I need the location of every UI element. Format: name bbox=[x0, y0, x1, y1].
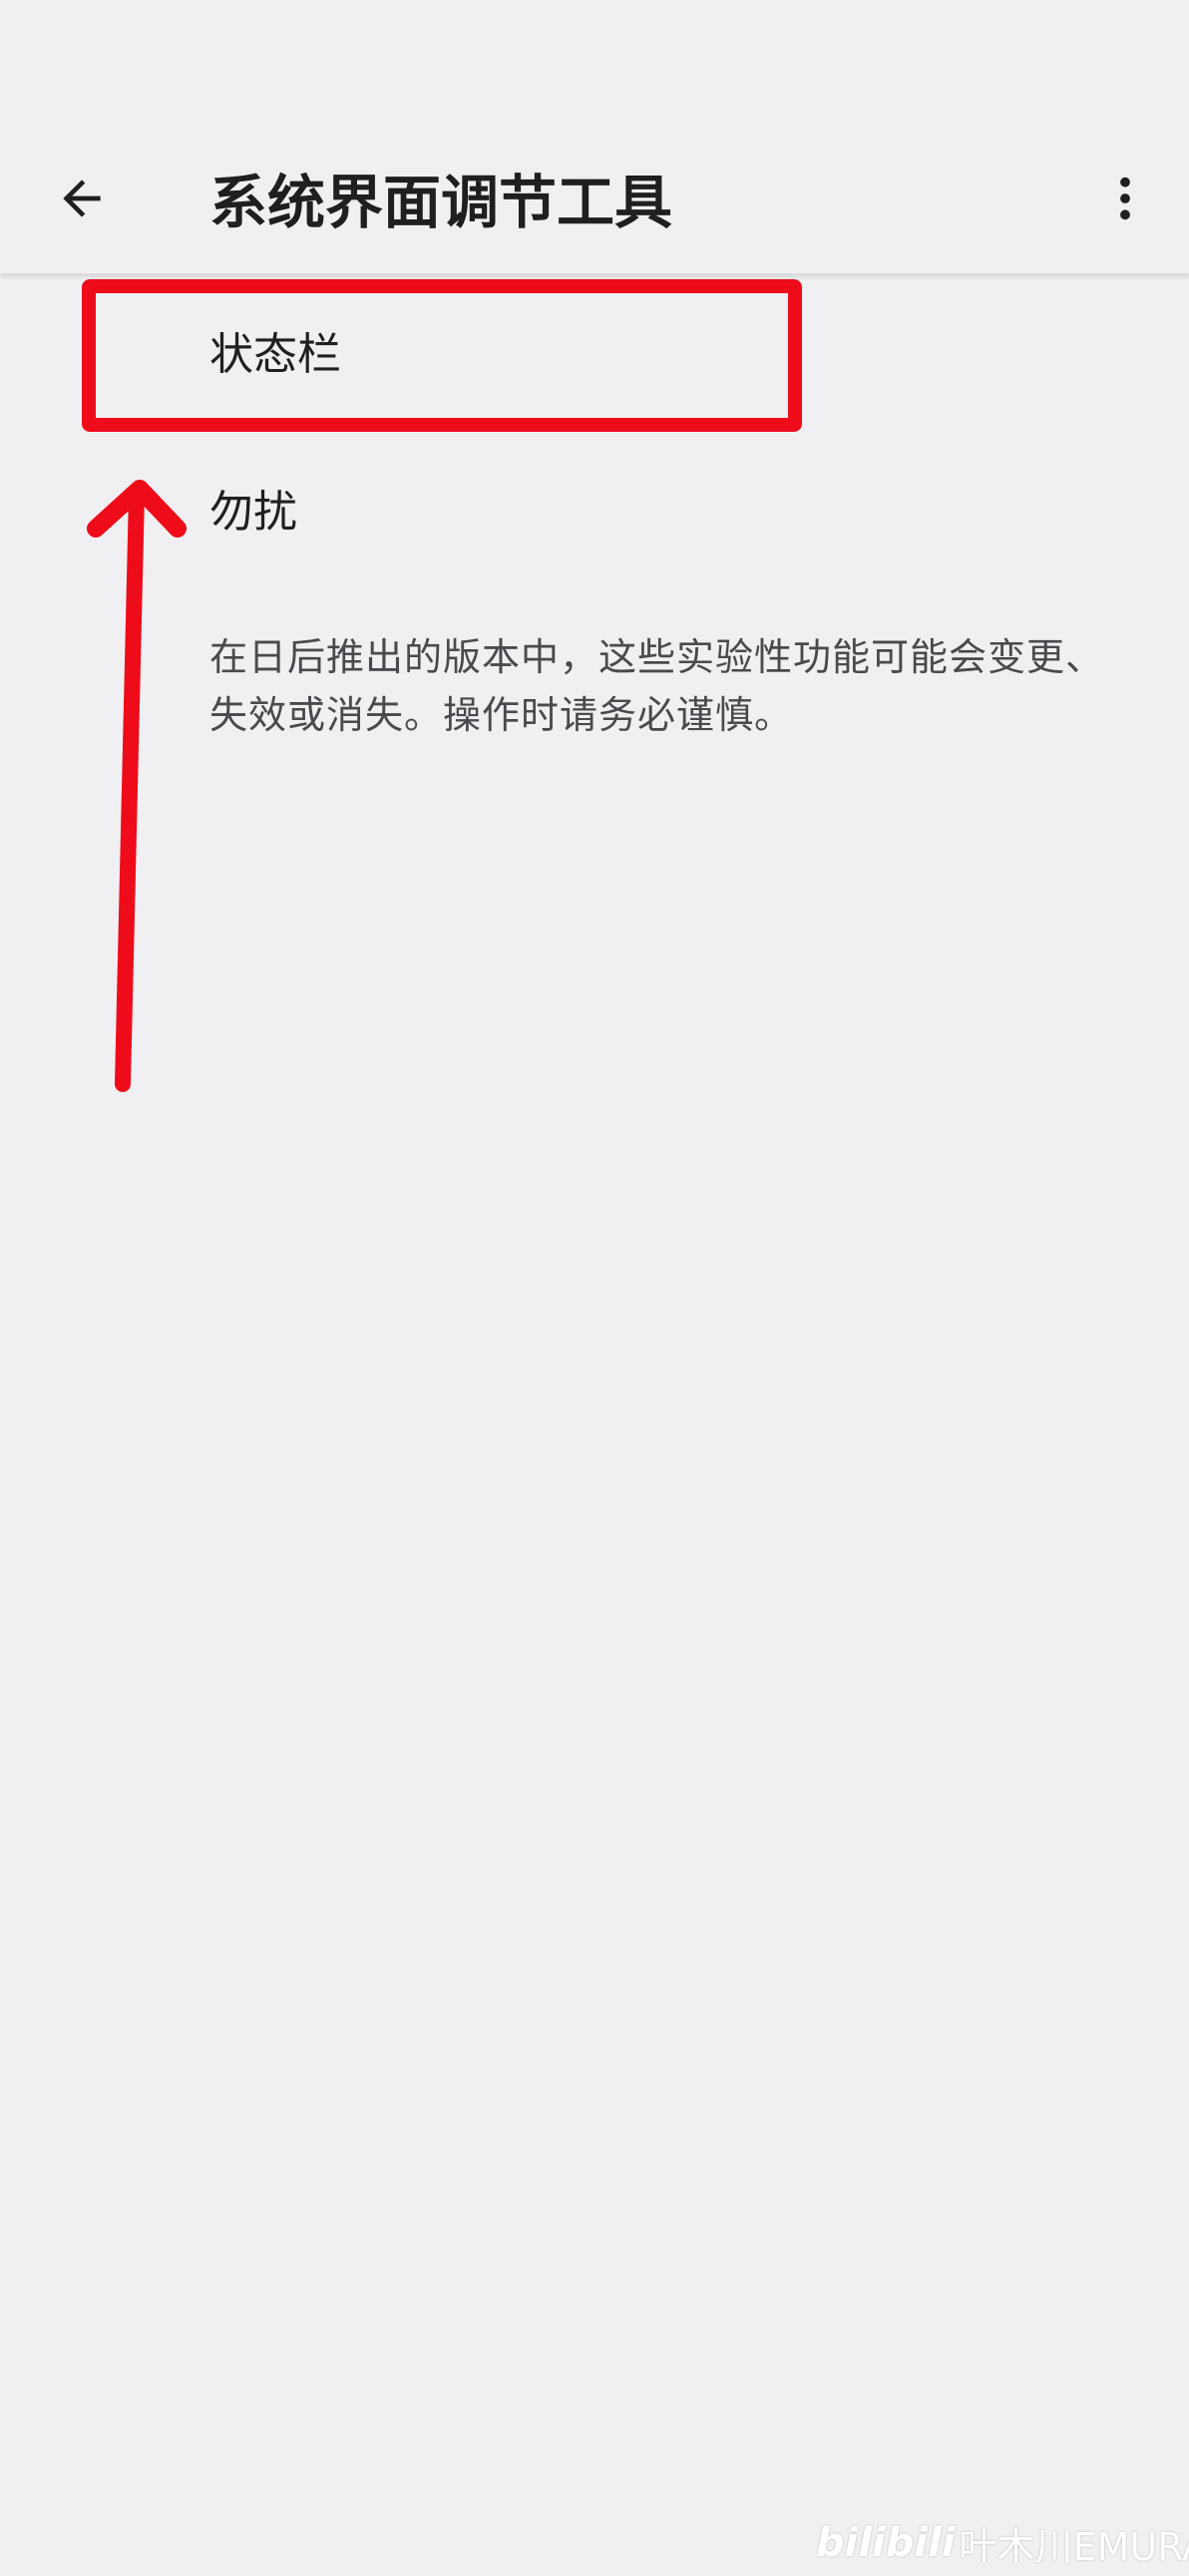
more-vert-icon bbox=[1120, 177, 1130, 220]
pref-item-status-bar[interactable]: 状态栏 bbox=[0, 273, 1189, 433]
watermark-author: 叶木川EMURAIN bbox=[959, 2524, 1189, 2569]
status-bar-area bbox=[0, 0, 1189, 140]
experimental-warning-text: 在日后推出的版本中，这些实验性功能可能会变更、失效或消失。操作时请务必谨慎。 bbox=[209, 635, 1105, 737]
arrow-left-icon bbox=[63, 180, 101, 217]
watermark: bilibili 叶木川EMURAIN bbox=[816, 2515, 1189, 2571]
app-bar: 系统界面调节工具 bbox=[0, 140, 1189, 274]
page-title: 系统界面调节工具 bbox=[209, 169, 673, 236]
more-options-button[interactable] bbox=[1085, 159, 1165, 238]
back-button[interactable] bbox=[42, 159, 122, 238]
pref-item-label: 勿扰 bbox=[209, 487, 297, 538]
bilibili-logo: bilibili bbox=[816, 2520, 956, 2566]
pref-item-do-not-disturb[interactable]: 勿扰 bbox=[0, 433, 1189, 582]
pref-item-label: 状态栏 bbox=[209, 329, 341, 380]
